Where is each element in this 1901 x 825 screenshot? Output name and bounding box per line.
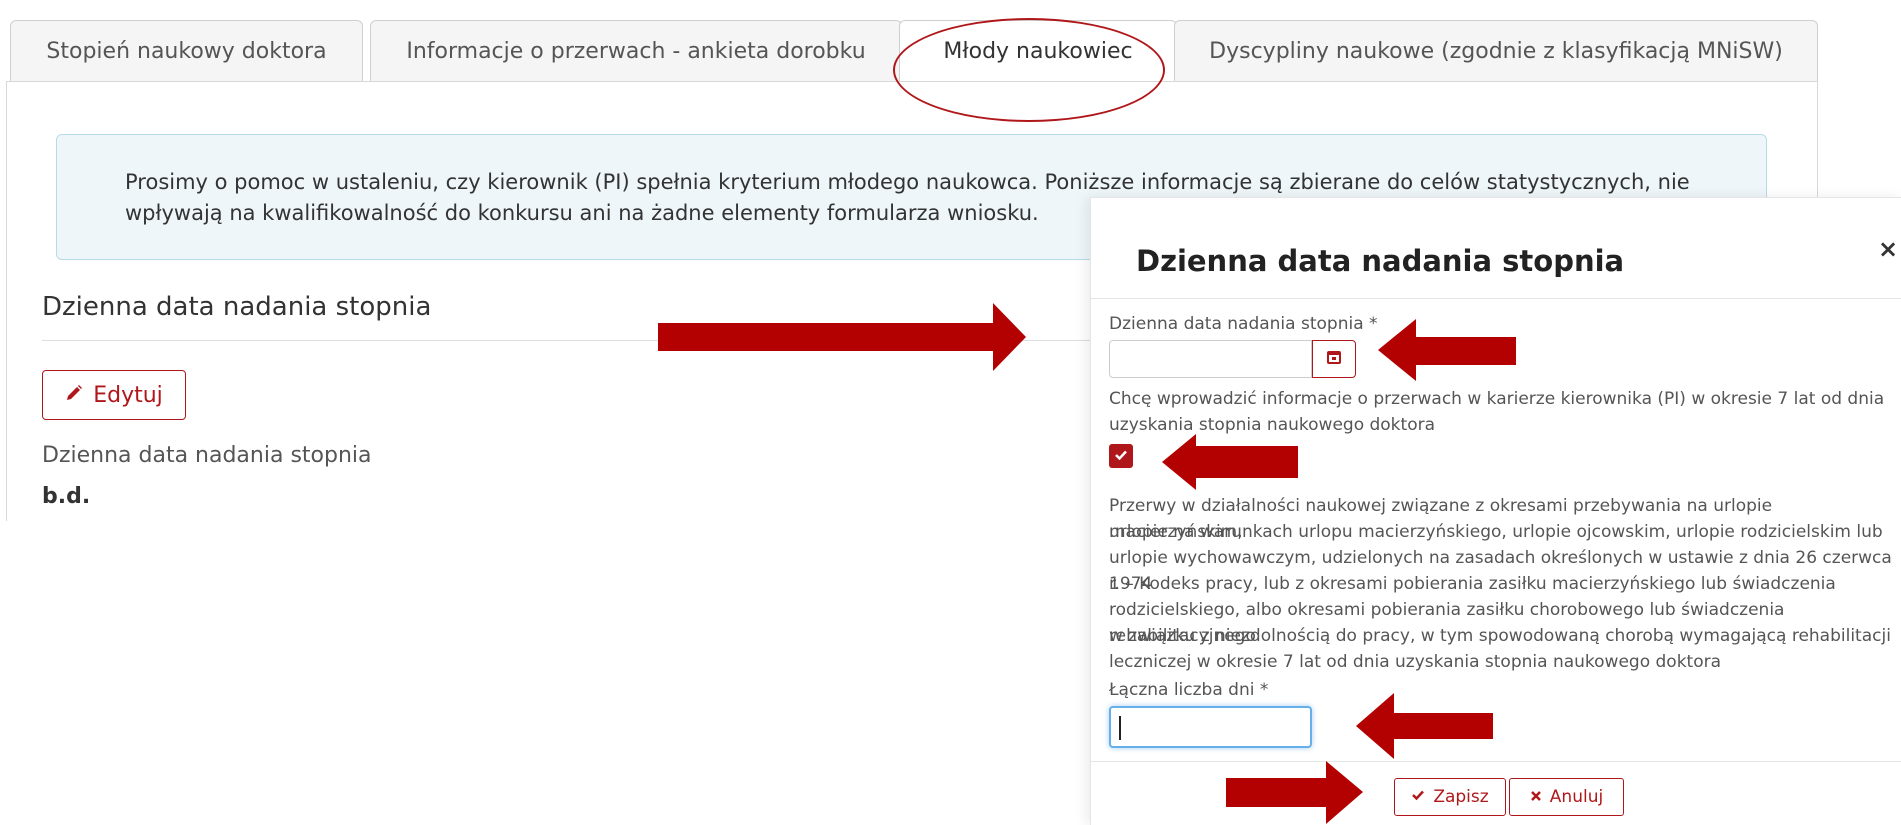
date-field-label: Dzienna data nadania stopnia * [1109,314,1378,334]
check-icon [1114,447,1128,466]
cancel-button[interactable]: Anuluj [1509,778,1624,816]
modal-footer-divider [1091,761,1901,762]
tab-label: Informacje o przerwach - ankieta dorobku [406,39,866,64]
text-caret [1119,716,1121,740]
tab-label: Dyscypliny naukowe (zgodnie z klasyfikac… [1209,39,1783,64]
total-days-label: Łączna liczba dni * [1109,680,1269,700]
edit-button-label: Edytuj [93,382,163,408]
degree-date-label: Dzienna data nadania stopnia [42,443,372,468]
section-title: Dzienna data nadania stopnia [42,292,432,322]
highlight-ellipse [893,18,1165,122]
date-input[interactable] [1109,340,1312,378]
breaks-checkbox-label-1: Chcę wprowadzić informacje o przerwach w… [1109,389,1885,409]
panel-border-right [1817,81,1818,201]
arrow-left-icon [1378,319,1516,381]
edit-button[interactable]: Edytuj [42,370,186,420]
info-line-1: Prosimy o pomoc w ustaleniu, czy kierown… [125,170,1690,194]
check-icon [1411,787,1425,807]
tab-phd-degree[interactable]: Stopień naukowy doktora [10,20,363,82]
breaks-description-line: w związku z niezdolnością do pracy, w ty… [1109,626,1891,646]
modal-title: Dzienna data nadania stopnia [1136,244,1625,278]
panel-border-left [6,81,7,521]
arrow-left-icon [1356,693,1493,759]
x-icon [1530,787,1542,807]
tab-disciplines[interactable]: Dyscypliny naukowe (zgodnie z klasyfikac… [1174,20,1818,82]
arrow-right-icon [658,303,1026,371]
calendar-button[interactable] [1312,340,1356,378]
breaks-description-line: r. – Kodeks pracy, lub z okresami pobier… [1109,574,1836,594]
breaks-description-line: urlopie na warunkach urlopu macierzyński… [1109,522,1883,542]
total-days-input[interactable] [1109,706,1312,748]
tab-label: Stopień naukowy doktora [46,39,327,64]
arrow-left-icon [1162,434,1298,490]
breaks-description-line: leczniczej w okresie 7 lat od dnia uzysk… [1109,652,1722,672]
degree-date-value: b.d. [42,484,91,509]
arrow-right-icon [1226,761,1363,824]
close-icon[interactable]: × [1878,235,1898,263]
cancel-button-label: Anuluj [1549,787,1604,807]
breaks-checkbox[interactable] [1109,444,1133,468]
save-button[interactable]: Zapisz [1394,778,1506,816]
pencil-icon [65,383,83,408]
save-button-label: Zapisz [1433,787,1489,807]
calendar-icon [1327,350,1341,368]
modal-header-divider [1091,298,1901,299]
tab-breaks-info[interactable]: Informacje o przerwach - ankieta dorobku [370,20,902,82]
edit-modal: Dzienna data nadania stopnia × Dzienna d… [1090,197,1901,825]
